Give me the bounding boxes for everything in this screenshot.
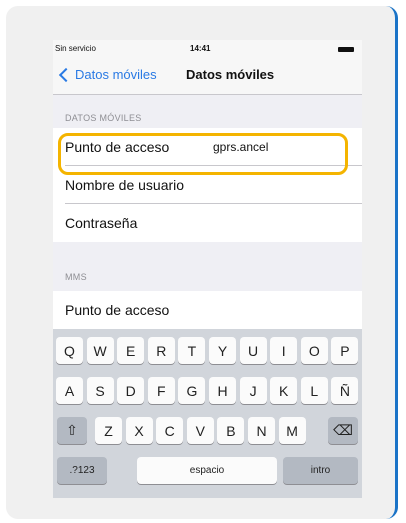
status-bar: Sin servicio 14:41: [53, 40, 362, 60]
key-l[interactable]: L: [300, 377, 328, 404]
key-g[interactable]: G: [178, 377, 206, 404]
username-label: Nombre de usuario: [65, 177, 185, 193]
carrier-label: Sin servicio: [55, 44, 96, 53]
key-d[interactable]: D: [117, 377, 145, 404]
mms-apn-label: Punto de acceso: [65, 302, 170, 318]
key-q[interactable]: Q: [56, 337, 83, 364]
key-p[interactable]: P: [331, 337, 359, 364]
key-t[interactable]: T: [178, 337, 206, 364]
phone-screen: Sin servicio 14:41 Datos móviles Datos m…: [53, 40, 362, 498]
key-s[interactable]: S: [86, 377, 114, 404]
field-mms-apn[interactable]: Punto de acceso: [53, 291, 362, 329]
key-r[interactable]: R: [147, 337, 175, 364]
key-n[interactable]: N: [248, 417, 275, 444]
clock: 14:41: [190, 44, 211, 53]
page-title: Datos móviles: [186, 67, 275, 82]
key-x[interactable]: X: [125, 417, 153, 444]
highlight-box: [58, 133, 348, 175]
key-e[interactable]: E: [117, 337, 145, 364]
password-label: Contraseña: [65, 215, 138, 231]
space-key[interactable]: espacio: [137, 457, 277, 484]
backspace-icon[interactable]: ⌫: [328, 417, 358, 444]
section-header-mms: MMS: [65, 272, 87, 282]
back-label: Datos móviles: [75, 67, 157, 82]
field-password[interactable]: Contraseña: [53, 204, 362, 242]
key-o[interactable]: O: [300, 337, 328, 364]
key-f[interactable]: F: [147, 377, 175, 404]
key-h[interactable]: H: [209, 377, 236, 404]
key-y[interactable]: Y: [209, 337, 236, 364]
key-z[interactable]: Z: [95, 417, 122, 444]
numbers-key[interactable]: .?123: [57, 457, 107, 484]
key-a[interactable]: A: [56, 377, 83, 404]
shift-icon[interactable]: ⇧: [57, 417, 87, 444]
key-i[interactable]: I: [270, 337, 298, 364]
back-button[interactable]: Datos móviles: [58, 67, 157, 82]
key-u[interactable]: U: [239, 337, 267, 364]
return-key[interactable]: intro: [283, 457, 358, 484]
key-v[interactable]: V: [186, 417, 214, 444]
navigation-bar: Datos móviles Datos móviles: [53, 60, 362, 95]
key-c[interactable]: C: [156, 417, 184, 444]
key-ñ[interactable]: Ñ: [331, 377, 359, 404]
section-header-datos: DATOS MÓVILES: [65, 113, 142, 123]
key-m[interactable]: M: [278, 417, 306, 444]
key-b[interactable]: B: [217, 417, 245, 444]
battery-icon: [338, 47, 354, 52]
key-w[interactable]: W: [86, 337, 114, 364]
key-k[interactable]: K: [270, 377, 298, 404]
keyboard: QWERTYUIOP ASDFGHJKLÑ Z X C V B N M ⇧ ⌫ .?123 es…: [53, 329, 362, 498]
chevron-left-icon: [58, 67, 74, 82]
key-j[interactable]: J: [239, 377, 267, 404]
